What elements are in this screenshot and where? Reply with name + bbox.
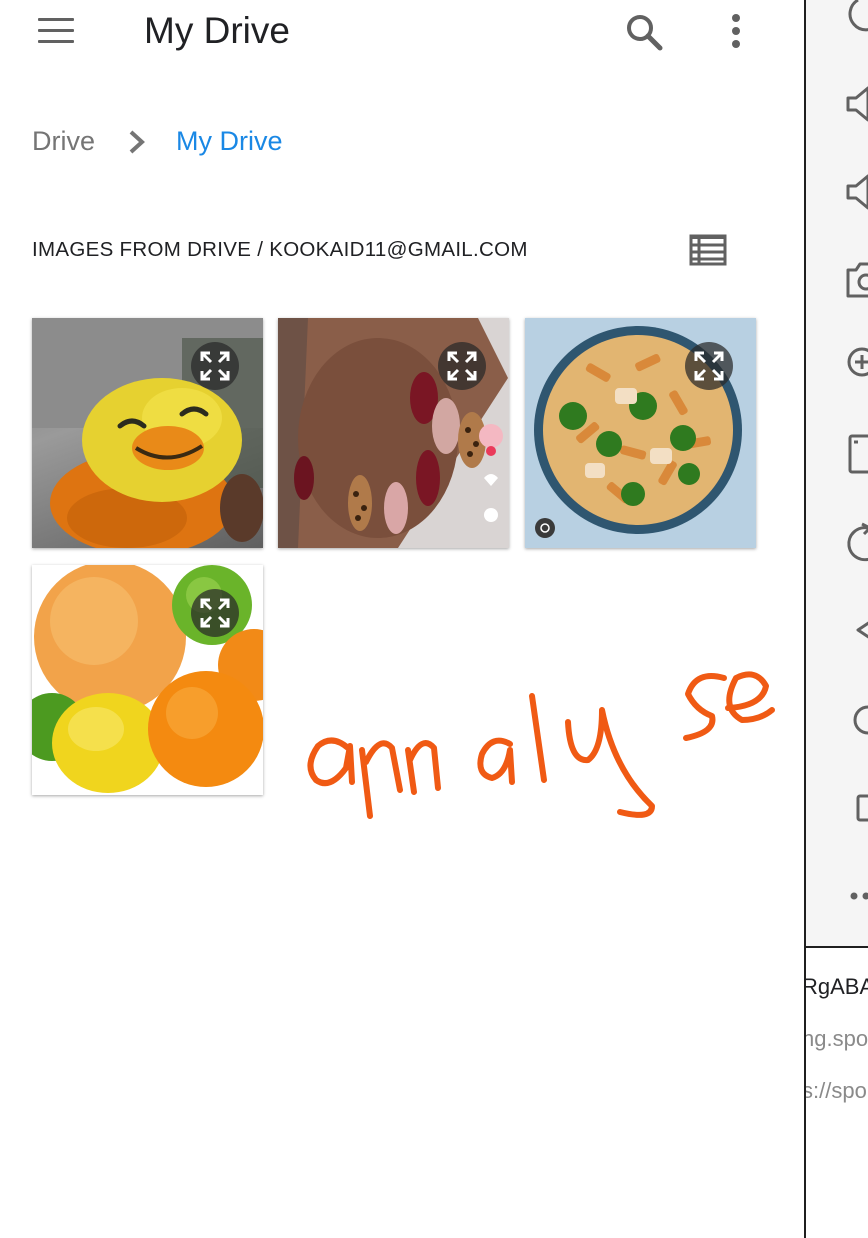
volume-down-icon xyxy=(846,174,868,210)
more-options-button[interactable] xyxy=(722,12,750,52)
image-thumbnail[interactable] xyxy=(32,318,263,548)
rotate-icon xyxy=(847,522,868,562)
home-icon xyxy=(853,705,868,735)
more-controls-button[interactable] xyxy=(846,874,868,918)
tablet-icon xyxy=(848,434,868,474)
rotate-left-button[interactable] xyxy=(846,432,868,476)
search-button[interactable] xyxy=(622,10,666,54)
device-control-panel xyxy=(804,0,868,948)
volume-down-button[interactable] xyxy=(846,170,868,214)
more-vert-icon xyxy=(732,14,740,48)
search-icon xyxy=(627,15,663,51)
rotate-right-button[interactable] xyxy=(846,520,868,564)
image-thumbnail[interactable] xyxy=(32,565,263,795)
breadcrumb-my-drive[interactable]: My Drive xyxy=(176,126,283,157)
menu-icon xyxy=(38,40,74,43)
chevron-right-icon xyxy=(129,130,145,154)
volume-up-icon xyxy=(846,86,868,122)
image-thumbnail[interactable] xyxy=(278,318,509,548)
log-line: s://spo xyxy=(804,1078,867,1103)
back-button[interactable] xyxy=(846,608,868,652)
overview-button[interactable] xyxy=(846,786,868,830)
list-view-toggle[interactable] xyxy=(688,232,728,268)
more-icon xyxy=(850,892,868,900)
log-line: RgABA xyxy=(804,974,868,999)
menu-icon xyxy=(38,29,74,32)
expand-icon xyxy=(694,351,724,381)
home-button[interactable] xyxy=(846,698,868,742)
page-title: My Drive xyxy=(144,10,290,51)
power-icon xyxy=(848,0,868,32)
volume-up-button[interactable] xyxy=(846,82,868,126)
camera-icon xyxy=(846,262,868,298)
power-button[interactable] xyxy=(846,0,868,34)
expand-icon xyxy=(447,351,477,381)
log-line: ng.spo xyxy=(804,1026,868,1051)
expand-button[interactable] xyxy=(438,342,486,390)
handwritten-annotation xyxy=(307,671,775,819)
menu-button[interactable] xyxy=(36,16,76,46)
section-title: IMAGES FROM DRIVE / KOOKAID11@GMAIL.COM xyxy=(32,238,528,261)
expand-icon xyxy=(200,351,230,381)
clipped-log-panel: RgABA ng.spo s://spo xyxy=(804,948,868,1238)
expand-button[interactable] xyxy=(191,589,239,637)
back-icon xyxy=(856,621,868,639)
overview-icon xyxy=(856,794,868,822)
expand-button[interactable] xyxy=(191,342,239,390)
list-view-icon xyxy=(689,234,727,266)
breadcrumb-drive[interactable]: Drive xyxy=(32,126,95,157)
expand-button[interactable] xyxy=(685,342,733,390)
screenshot-button[interactable] xyxy=(846,258,868,302)
app-bar: My Drive xyxy=(0,0,804,64)
menu-icon xyxy=(38,18,74,21)
zoom-in-button[interactable] xyxy=(846,342,868,386)
expand-icon xyxy=(200,598,230,628)
image-thumbnail[interactable] xyxy=(525,318,756,548)
zoom-in-icon xyxy=(847,347,868,377)
